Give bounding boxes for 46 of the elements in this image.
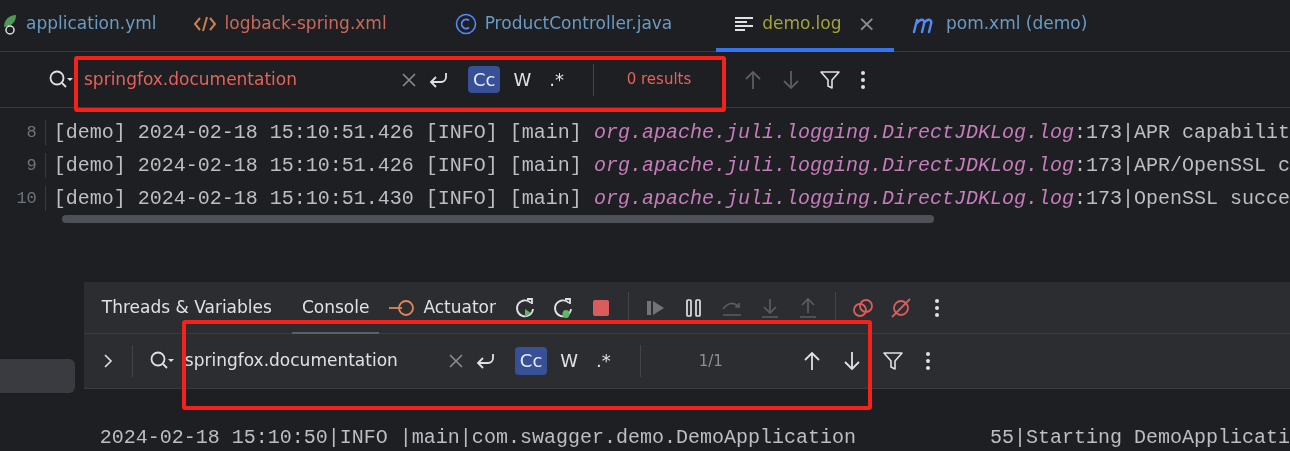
lines-icon: [734, 15, 755, 32]
search-option-toggle[interactable]: W: [555, 347, 584, 375]
panel-tab[interactable]: Actuator: [379, 281, 506, 334]
file-tab[interactable]: logback-spring.xml: [174, 0, 405, 52]
filter-icon[interactable]: [820, 69, 840, 90]
horizontal-scrollbar[interactable]: [62, 215, 934, 223]
close-icon[interactable]: ×: [857, 7, 876, 40]
search-option-toggle[interactable]: .*: [544, 65, 569, 94]
more-icon[interactable]: [924, 351, 931, 371]
more-icon[interactable]: [860, 69, 866, 90]
mute-breakpoints-icon[interactable]: [889, 296, 912, 319]
search-option-toggle[interactable]: .*: [591, 347, 616, 375]
log-line-text: [demo] 2024-02-18 15:10:51.430 [INFO] [main] org.apache.juli.logging.DirectJDKLog.log:173|OpenSSL succe: [52, 185, 1290, 212]
panel-tab[interactable]: Threads & Variables: [91, 281, 282, 334]
file-tab[interactable]: pom.xml (demo): [893, 0, 1106, 52]
search-option-toggle[interactable]: Cc: [468, 65, 501, 94]
filter-icon[interactable]: [882, 351, 903, 371]
file-tab[interactable]: application.yml: [0, 0, 175, 52]
rerun-icon[interactable]: [513, 296, 536, 319]
search-option-toggle[interactable]: Cc: [514, 347, 548, 375]
console-line-text: 2024-02-18 15:10:50|INFO |main|com.swagger.demo.DemoApplication: [99, 425, 856, 451]
more-icon[interactable]: [933, 297, 940, 318]
results-count: 1/1: [697, 350, 724, 372]
search-option-toggle[interactable]: W: [508, 65, 537, 94]
panel-tab[interactable]: Console: [291, 281, 380, 334]
rerun-debug-icon[interactable]: [551, 296, 574, 319]
line-number: 10: [0, 185, 46, 212]
log-line-text: [demo] 2024-02-18 15:10:51.426 [INFO] [main] org.apache.juli.logging.DirectJDKLog.log:173|APR/OpenSSL c: [52, 152, 1290, 179]
line-number: 9: [0, 152, 46, 179]
search-query-text: springfox.documentation: [184, 349, 399, 373]
console-message-text: 55|Starting DemoApplicati: [989, 425, 1290, 451]
search-query-text: springfox.documentation: [84, 67, 298, 91]
leaf-icon: [2, 12, 18, 35]
clear-icon[interactable]: [448, 354, 463, 368]
file-tab[interactable]: ProductController.java: [436, 0, 691, 52]
arrow-down-icon[interactable]: [842, 350, 861, 372]
class-c-icon: [454, 12, 477, 35]
results-count: 0 results: [625, 69, 693, 91]
arrow-up-icon[interactable]: [802, 350, 821, 372]
line-number: 8: [0, 119, 46, 146]
file-tab[interactable]: demo.log ×: [716, 0, 894, 52]
log-line-text: [demo] 2024-02-18 15:10:51.426 [INFO] [main] org.apache.juli.logging.DirectJDKLog.log:173|APR capabilit: [52, 119, 1290, 146]
breakpoints-icon[interactable]: [851, 296, 874, 319]
expand-chevron-icon[interactable]: [101, 353, 114, 369]
clear-icon[interactable]: [402, 72, 416, 87]
actuator-icon: [389, 297, 416, 318]
